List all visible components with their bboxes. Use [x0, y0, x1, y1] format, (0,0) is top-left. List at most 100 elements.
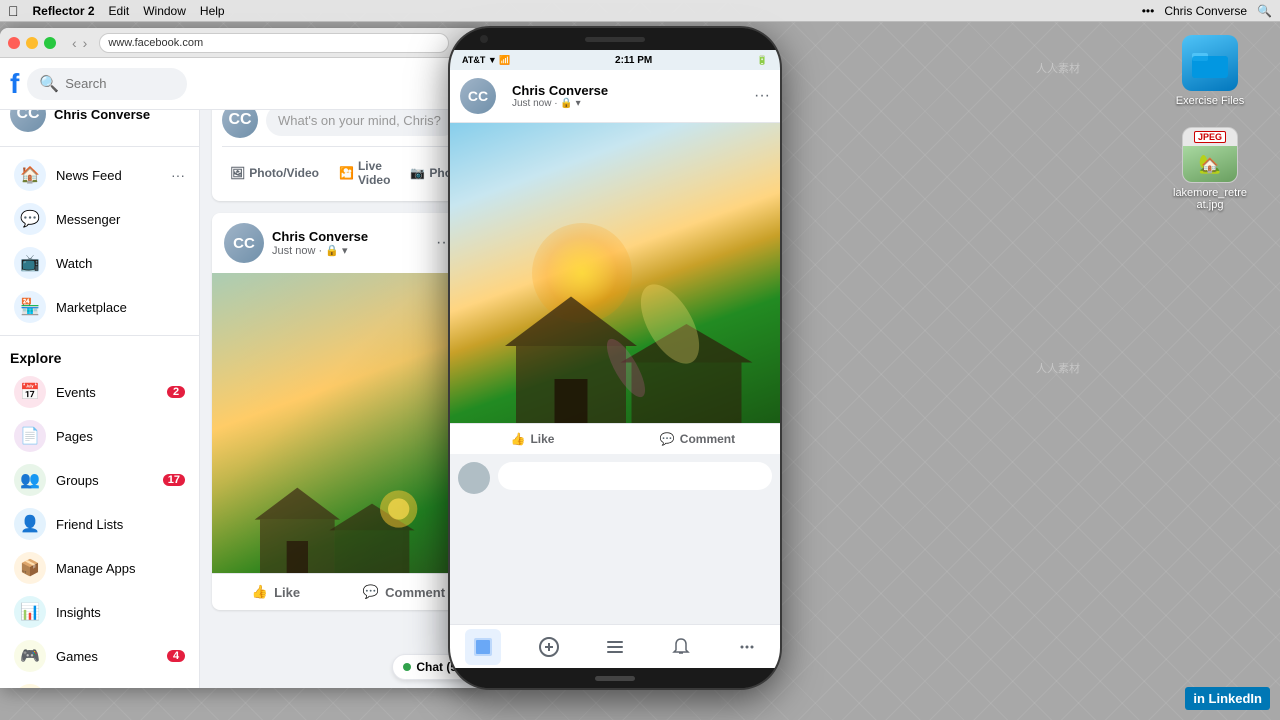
live-video-compose-label: Live Video: [358, 159, 390, 187]
browser-forward-btn[interactable]: ›: [83, 35, 88, 51]
browser-back-btn[interactable]: ‹: [72, 35, 77, 51]
desktop-icons: Exercise Files JPEG 🏡 lakemore_retreat.j…: [1170, 35, 1250, 211]
live-video-compose-icon: 🎦: [339, 166, 354, 180]
sidebar-item-on-this-day[interactable]: 🔔 On This Day 6: [4, 678, 195, 688]
app-name[interactable]: Reflector 2: [33, 4, 95, 18]
sidebar-item-insights[interactable]: 📊 Insights: [4, 590, 195, 634]
browser-window: ‹ › www.facebook.com ↻ f 🔍 CC Chris Conv…: [0, 28, 480, 688]
browser-maximize-btn[interactable]: [44, 37, 56, 49]
browser-nav: ‹ ›: [72, 35, 87, 51]
sidebar-item-games[interactable]: 🎮 Games 4: [4, 634, 195, 678]
jpeg-file-icon[interactable]: JPEG 🏡 lakemore_retreat.jpg: [1170, 127, 1250, 211]
sidebar-item-news-feed[interactable]: 🏠 News Feed ···: [4, 153, 195, 197]
events-label: Events: [56, 385, 157, 400]
browser-minimize-btn[interactable]: [26, 37, 38, 49]
folder-icon-img: [1182, 35, 1238, 91]
phone-comment-btn[interactable]: 💬 Comment: [615, 424, 780, 454]
phone-house-svg: [450, 258, 780, 423]
sidebar-item-marketplace[interactable]: 🏪 Marketplace: [4, 285, 195, 329]
menu-window[interactable]: Window: [143, 4, 186, 18]
photo-icon: 📷: [410, 166, 425, 180]
sidebar-item-manage-apps[interactable]: 📦 Manage Apps: [4, 546, 195, 590]
watch-label: Watch: [56, 256, 185, 271]
like-label: Like: [274, 585, 300, 600]
menubar-search-icon[interactable]: 🔍: [1257, 4, 1272, 18]
house-silhouette-svg: [212, 393, 468, 573]
phone-nav-menu[interactable]: [597, 629, 633, 665]
menubar-dots: •••: [1142, 4, 1155, 18]
phone-like-icon: 👍: [511, 432, 526, 446]
phone-time: 2:11 PM: [511, 55, 757, 66]
phone-camera: [480, 35, 488, 43]
post-image: [212, 273, 468, 573]
photo-video-icon: 🖼: [230, 166, 245, 180]
phone-status-right: 🔋: [757, 55, 768, 66]
composer-photo-video-btn[interactable]: 🖼 Photo/Video: [222, 162, 327, 184]
groups-badge: 17: [163, 474, 185, 486]
phone-nav-more[interactable]: [729, 629, 765, 665]
phone-post-image: [450, 123, 780, 423]
news-feed-label: News Feed: [56, 168, 161, 183]
comment-icon: 💬: [363, 584, 379, 600]
search-input[interactable]: [65, 76, 175, 91]
sidebar-item-pages[interactable]: 📄 Pages: [4, 414, 195, 458]
sidebar-item-watch[interactable]: 📺 Watch: [4, 241, 195, 285]
insights-icon: 📊: [14, 596, 46, 628]
news-feed-options[interactable]: ···: [171, 167, 185, 183]
post-like-btn[interactable]: 👍 Like: [216, 578, 336, 606]
insights-label: Insights: [56, 605, 185, 620]
mac-menubar:  Reflector 2 Edit Window Help ••• Chris…: [0, 0, 1280, 22]
phone-like-btn[interactable]: 👍 Like: [450, 424, 615, 454]
phone-screen: CC Chris Converse Just now · 🔒 ▾ ···: [450, 70, 780, 624]
sidebar-divider-2: [0, 335, 199, 336]
facebook-search-bar[interactable]: 🔍: [27, 68, 187, 100]
phone-post-actions: 👍 Like 💬 Comment: [450, 423, 780, 454]
explore-header: Explore: [0, 342, 199, 370]
facebook-main-content: CC What's on your mind, Chris? 🖼 Photo/V…: [200, 80, 480, 688]
post-comment-btn[interactable]: 💬 Comment: [344, 578, 464, 606]
pages-icon: 📄: [14, 420, 46, 452]
search-icon: 🔍: [39, 74, 59, 94]
sidebar-item-messenger[interactable]: 💬 Messenger: [4, 197, 195, 241]
sidebar-item-groups[interactable]: 👥 Groups 17: [4, 458, 195, 502]
composer-live-video-btn[interactable]: 🎦 Live Video: [331, 155, 398, 191]
post-author: Chris Converse: [272, 229, 424, 244]
browser-close-btn[interactable]: [8, 37, 20, 49]
games-label: Games: [56, 649, 157, 664]
browser-titlebar: ‹ › www.facebook.com ↻: [0, 28, 480, 58]
menu-edit[interactable]: Edit: [109, 4, 130, 18]
watch-icon: 📺: [14, 247, 46, 279]
friend-lists-label: Friend Lists: [56, 517, 185, 532]
phone-nav-home[interactable]: [465, 629, 501, 665]
browser-url-bar[interactable]: www.facebook.com: [99, 33, 449, 53]
marketplace-label: Marketplace: [56, 300, 185, 315]
menubar-right: ••• Chris Converse 🔍: [1142, 4, 1272, 18]
phone-speaker: [585, 37, 645, 42]
phone-notch: [450, 28, 780, 50]
phone-home-indicator[interactable]: [595, 676, 635, 681]
comment-label: Comment: [385, 585, 445, 600]
facebook-header: f 🔍: [0, 58, 480, 110]
sun-inner: [388, 498, 409, 519]
groups-icon: 👥: [14, 464, 46, 496]
post-timestamp: Just now · 🔒 ▾: [272, 244, 424, 257]
phone-post-author: Chris Converse: [512, 83, 746, 98]
phone-nav-post[interactable]: [531, 629, 567, 665]
post-actions: 👍 Like 💬 Comment: [212, 573, 468, 610]
menu-help[interactable]: Help: [200, 4, 225, 18]
url-text: www.facebook.com: [108, 37, 203, 49]
sidebar-item-events[interactable]: 📅 Events 2: [4, 370, 195, 414]
phone-comment-input[interactable]: [498, 462, 772, 490]
phone-post-options-btn[interactable]: ···: [754, 87, 770, 105]
phone-commenter-avatar: [458, 462, 490, 494]
like-icon: 👍: [252, 584, 268, 600]
post-meta: Chris Converse Just now · 🔒 ▾: [272, 229, 424, 257]
exercise-files-icon[interactable]: Exercise Files: [1170, 35, 1250, 107]
photo-video-label: Photo/Video: [249, 166, 319, 180]
composer-actions: 🖼 Photo/Video 🎦 Live Video 📷 Photo: [222, 146, 458, 191]
on-this-day-icon: 🔔: [14, 684, 46, 688]
chat-status-dot: [403, 663, 411, 671]
phone-nav-notifications[interactable]: [663, 629, 699, 665]
phone-post-meta: Chris Converse Just now · 🔒 ▾: [504, 83, 746, 109]
sidebar-item-friend-lists[interactable]: 👤 Friend Lists: [4, 502, 195, 546]
